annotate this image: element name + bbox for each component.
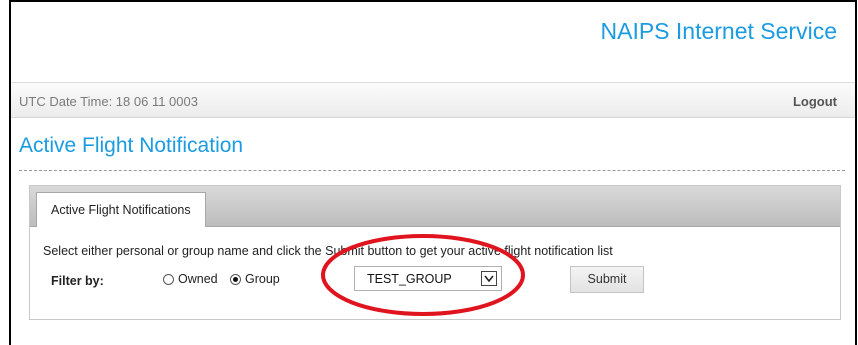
radio-group-label: Group [245, 272, 280, 286]
radio-owned-option[interactable]: Owned [163, 272, 218, 286]
radio-group-option[interactable]: Group [230, 272, 280, 286]
submit-button[interactable]: Submit [570, 266, 644, 293]
divider [19, 170, 845, 171]
utc-date-time: UTC Date Time: 18 06 11 0003 [19, 94, 198, 109]
tab-active-flight-notifications[interactable]: Active Flight Notifications [36, 192, 206, 227]
radio-owned-label: Owned [178, 272, 218, 286]
tab-bar: Active Flight Notifications [30, 186, 840, 227]
filter-label: Filter by: [51, 274, 104, 288]
site-title: NAIPS Internet Service [600, 18, 838, 44]
highlight-ellipse [321, 234, 525, 316]
logout-link[interactable]: Logout [793, 94, 837, 109]
status-bar: UTC Date Time: 18 06 11 0003 Logout [11, 82, 855, 118]
page-title: Active Flight Notification [19, 134, 244, 157]
radio-group[interactable] [230, 273, 241, 285]
radio-owned[interactable] [163, 273, 174, 285]
